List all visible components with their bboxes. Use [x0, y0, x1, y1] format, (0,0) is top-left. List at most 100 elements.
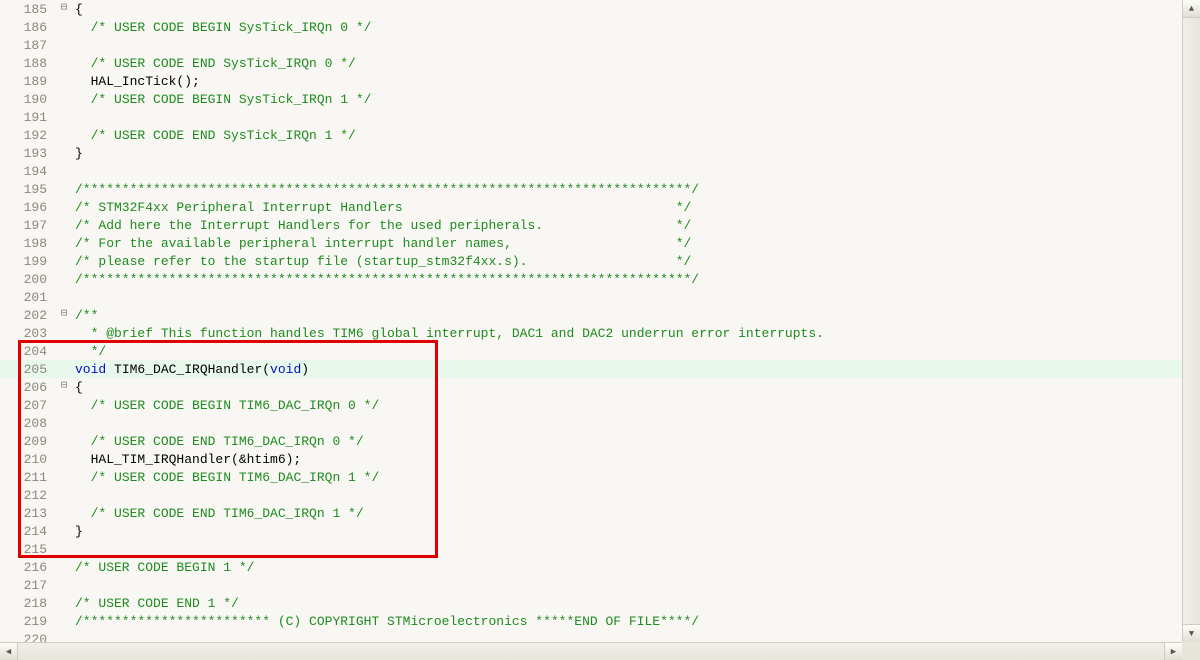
line-number: 213 [0, 506, 55, 521]
code-line[interactable]: 202⊟/** [0, 306, 1182, 324]
code-text[interactable]: /* STM32F4xx Peripheral Interrupt Handle… [55, 200, 691, 215]
code-line[interactable]: 198/* For the available peripheral inter… [0, 234, 1182, 252]
line-number: 211 [0, 470, 55, 485]
code-line[interactable]: 191 [0, 108, 1182, 126]
code-line[interactable]: 201 [0, 288, 1182, 306]
code-text[interactable]: /************************ (C) COPYRIGHT … [55, 614, 699, 629]
code-line[interactable]: 212 [0, 486, 1182, 504]
code-line[interactable]: 194 [0, 162, 1182, 180]
line-number: 200 [0, 272, 55, 287]
line-number: 198 [0, 236, 55, 251]
code-line[interactable]: 204 */ [0, 342, 1182, 360]
scrollbar-corner [1182, 642, 1200, 660]
code-text[interactable]: /* USER CODE END 1 */ [55, 596, 239, 611]
code-text[interactable]: /* USER CODE END SysTick_IRQn 0 */ [55, 56, 356, 71]
line-number: 215 [0, 542, 55, 557]
line-number: 205 [0, 362, 55, 377]
code-line[interactable]: 214} [0, 522, 1182, 540]
code-line[interactable]: 218/* USER CODE END 1 */ [0, 594, 1182, 612]
line-number: 204 [0, 344, 55, 359]
line-number: 201 [0, 290, 55, 305]
code-text[interactable]: HAL_TIM_IRQHandler(&htim6); [55, 452, 301, 467]
fold-toggle-icon[interactable]: ⊟ [57, 0, 71, 14]
line-number: 189 [0, 74, 55, 89]
code-editor[interactable]: 185⊟{186 /* USER CODE BEGIN SysTick_IRQn… [0, 0, 1182, 642]
code-line[interactable]: 199/* please refer to the startup file (… [0, 252, 1182, 270]
code-text[interactable]: } [55, 146, 83, 161]
code-line[interactable]: 215 [0, 540, 1182, 558]
line-number: 187 [0, 38, 55, 53]
code-line[interactable]: 185⊟{ [0, 0, 1182, 18]
line-number: 199 [0, 254, 55, 269]
line-number: 188 [0, 56, 55, 71]
vertical-scrollbar[interactable]: ▲ ▼ [1182, 0, 1200, 642]
line-number: 219 [0, 614, 55, 629]
code-line[interactable]: 197/* Add here the Interrupt Handlers fo… [0, 216, 1182, 234]
line-number: 190 [0, 92, 55, 107]
line-number: 185 [0, 2, 55, 17]
line-number: 197 [0, 218, 55, 233]
line-number: 186 [0, 20, 55, 35]
fold-toggle-icon[interactable]: ⊟ [57, 306, 71, 320]
code-text[interactable]: * @brief This function handles TIM6 glob… [55, 326, 824, 341]
code-text[interactable]: /* USER CODE BEGIN TIM6_DAC_IRQn 1 */ [55, 470, 379, 485]
code-text[interactable]: /* USER CODE BEGIN 1 */ [55, 560, 254, 575]
code-line[interactable]: 203 * @brief This function handles TIM6 … [0, 324, 1182, 342]
line-number: 220 [0, 632, 55, 643]
code-text[interactable]: } [55, 524, 83, 539]
code-line[interactable]: 219/************************ (C) COPYRIG… [0, 612, 1182, 630]
code-text[interactable]: /* Add here the Interrupt Handlers for t… [55, 218, 691, 233]
code-line[interactable]: 186 /* USER CODE BEGIN SysTick_IRQn 0 */ [0, 18, 1182, 36]
code-line[interactable]: 211 /* USER CODE BEGIN TIM6_DAC_IRQn 1 *… [0, 468, 1182, 486]
code-line[interactable]: 196/* STM32F4xx Peripheral Interrupt Han… [0, 198, 1182, 216]
code-text[interactable]: HAL_IncTick(); [55, 74, 200, 89]
code-line[interactable]: 187 [0, 36, 1182, 54]
code-line[interactable]: 193} [0, 144, 1182, 162]
line-number: 218 [0, 596, 55, 611]
code-line[interactable]: 217 [0, 576, 1182, 594]
code-line[interactable]: 208 [0, 414, 1182, 432]
code-text[interactable]: /* USER CODE BEGIN SysTick_IRQn 1 */ [55, 92, 371, 107]
code-text[interactable]: /* USER CODE BEGIN SysTick_IRQn 0 */ [55, 20, 371, 35]
scroll-up-button[interactable]: ▲ [1183, 0, 1200, 18]
line-number: 202 [0, 308, 55, 323]
horizontal-scrollbar[interactable]: ◀ ▶ [0, 642, 1182, 660]
scroll-left-button[interactable]: ◀ [0, 643, 18, 660]
code-line[interactable]: 192 /* USER CODE END SysTick_IRQn 1 */ [0, 126, 1182, 144]
code-line[interactable]: 189 HAL_IncTick(); [0, 72, 1182, 90]
code-line[interactable]: 213 /* USER CODE END TIM6_DAC_IRQn 1 */ [0, 504, 1182, 522]
line-number: 193 [0, 146, 55, 161]
code-text[interactable]: /* USER CODE END TIM6_DAC_IRQn 0 */ [55, 434, 364, 449]
line-number: 206 [0, 380, 55, 395]
code-line[interactable]: 210 HAL_TIM_IRQHandler(&htim6); [0, 450, 1182, 468]
code-text[interactable]: void TIM6_DAC_IRQHandler(void) [55, 362, 309, 377]
code-line[interactable]: 205void TIM6_DAC_IRQHandler(void) [0, 360, 1182, 378]
line-number: 212 [0, 488, 55, 503]
line-number: 217 [0, 578, 55, 593]
line-number: 209 [0, 434, 55, 449]
code-text[interactable]: /***************************************… [55, 182, 699, 197]
code-line[interactable]: 206⊟{ [0, 378, 1182, 396]
code-text[interactable]: /* USER CODE END SysTick_IRQn 1 */ [55, 128, 356, 143]
line-number: 208 [0, 416, 55, 431]
code-text[interactable]: /* USER CODE BEGIN TIM6_DAC_IRQn 0 */ [55, 398, 379, 413]
code-text[interactable]: /* USER CODE END TIM6_DAC_IRQn 1 */ [55, 506, 364, 521]
code-line[interactable]: 220 [0, 630, 1182, 642]
code-text[interactable]: /* For the available peripheral interrup… [55, 236, 691, 251]
code-line[interactable]: 190 /* USER CODE BEGIN SysTick_IRQn 1 */ [0, 90, 1182, 108]
code-line[interactable]: 216/* USER CODE BEGIN 1 */ [0, 558, 1182, 576]
code-text[interactable]: */ [55, 344, 106, 359]
scroll-down-button[interactable]: ▼ [1183, 624, 1200, 642]
fold-toggle-icon[interactable]: ⊟ [57, 378, 71, 392]
line-number: 210 [0, 452, 55, 467]
code-text[interactable]: /***************************************… [55, 272, 699, 287]
line-number: 195 [0, 182, 55, 197]
code-text[interactable]: /* please refer to the startup file (sta… [55, 254, 691, 269]
code-line[interactable]: 207 /* USER CODE BEGIN TIM6_DAC_IRQn 0 *… [0, 396, 1182, 414]
code-line[interactable]: 209 /* USER CODE END TIM6_DAC_IRQn 0 */ [0, 432, 1182, 450]
code-line[interactable]: 195/************************************… [0, 180, 1182, 198]
code-line[interactable]: 200/************************************… [0, 270, 1182, 288]
code-line[interactable]: 188 /* USER CODE END SysTick_IRQn 0 */ [0, 54, 1182, 72]
line-number: 196 [0, 200, 55, 215]
scroll-right-button[interactable]: ▶ [1164, 643, 1182, 660]
